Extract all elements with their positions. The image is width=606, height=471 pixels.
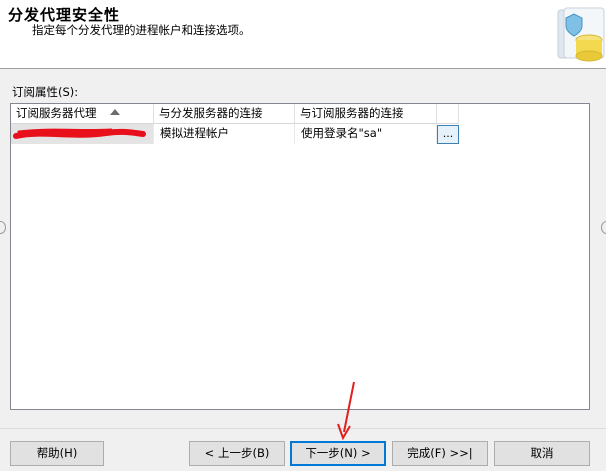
right-resize-handle[interactable] xyxy=(601,221,606,234)
column-header-distributor-connection[interactable]: 与分发服务器的连接 xyxy=(154,104,295,124)
subscription-properties-grid[interactable]: 订阅服务器代理 与分发服务器的连接 与订阅服务器的连接 模拟进程帐户 使用登录名… xyxy=(10,103,590,410)
cancel-button[interactable]: 取消 xyxy=(494,441,590,466)
distributor-connection-cell[interactable]: 模拟进程帐户 xyxy=(154,124,295,144)
database-shield-icon xyxy=(557,7,605,62)
help-button[interactable]: 帮助(H) xyxy=(10,441,104,466)
sort-ascending-icon xyxy=(110,108,121,115)
column-header-subscriber-connection[interactable]: 与订阅服务器的连接 xyxy=(295,104,437,124)
subscription-properties-label: 订阅属性(S): xyxy=(12,85,79,99)
subscriber-agent-cell[interactable] xyxy=(11,124,154,144)
grid-header: 订阅服务器代理 与分发服务器的连接 与订阅服务器的连接 xyxy=(11,104,589,124)
redaction-mark xyxy=(13,128,146,139)
finish-button[interactable]: 完成(F) >>| xyxy=(392,441,488,466)
column-header-action xyxy=(437,104,459,124)
browse-ellipsis-button[interactable]: ... xyxy=(437,125,459,144)
footer-divider xyxy=(0,428,606,429)
subscriber-connection-cell[interactable]: 使用登录名"sa" xyxy=(295,124,437,144)
wizard-header: 分发代理安全性 指定每个分发代理的进程帐户和连接选项。 xyxy=(0,0,606,69)
next-button[interactable]: 下一步(N) > xyxy=(290,441,386,466)
left-resize-handle[interactable] xyxy=(0,221,6,234)
table-row[interactable]: 模拟进程帐户 使用登录名"sa" xyxy=(11,124,589,144)
column-header-agent-label: 订阅服务器代理 xyxy=(16,106,97,120)
page-subtitle: 指定每个分发代理的进程帐户和连接选项。 xyxy=(32,23,251,37)
back-button[interactable]: < 上一步(B) xyxy=(189,441,285,466)
column-header-agent[interactable]: 订阅服务器代理 xyxy=(11,104,154,124)
